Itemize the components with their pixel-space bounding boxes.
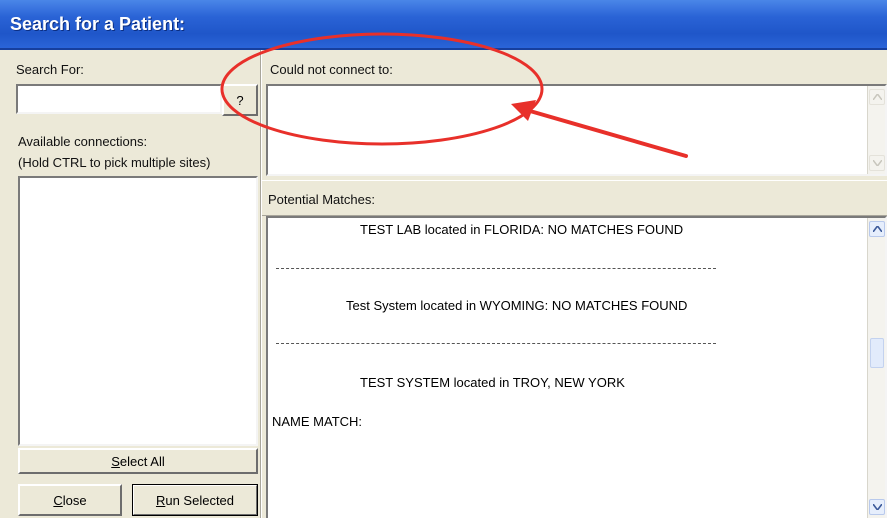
scroll-down-icon[interactable] [869,155,885,171]
available-connections-label: Available connections: [18,134,148,149]
result-line-3: Test System located in WYOMING: NO MATCH… [346,298,688,313]
potential-matches-scrollbar[interactable] [867,218,885,518]
potential-matches-box[interactable] [266,216,887,518]
connections-list[interactable] [18,176,258,446]
close-label: lose [62,492,87,508]
select-all-label: elect All [119,453,165,469]
close-mnemonic: C [53,492,63,508]
potential-matches-header: Potential Matches: [262,180,887,216]
window-title: Search for a Patient: [10,14,186,34]
result-line-6: NAME MATCH: [272,414,363,429]
scroll-down-icon[interactable] [869,499,885,515]
result-separator-2 [276,343,716,344]
search-input[interactable] [16,84,222,114]
run-selected-label: un Selected [165,492,235,508]
run-selected-mnemonic: R [155,492,166,508]
scroll-up-icon[interactable] [869,89,885,105]
select-all-mnemonic: S [111,453,120,469]
run-selected-button[interactable]: Run Selected [132,484,258,516]
could-not-connect-box[interactable] [266,84,887,176]
close-button[interactable]: Close [18,484,122,516]
search-for-label: Search For: [16,62,84,77]
result-line-5: TEST SYSTEM located in TROY, NEW YORK [360,375,625,390]
help-button-label: ? [236,92,244,108]
result-separator-1 [276,268,716,269]
title-bar: Search for a Patient: [0,0,887,50]
panel-splitter[interactable] [260,50,262,518]
scroll-thumb[interactable] [870,338,884,368]
potential-matches-label: Potential Matches: [268,192,375,207]
help-button[interactable]: ? [222,84,258,116]
could-not-connect-scrollbar[interactable] [867,86,885,174]
hold-ctrl-hint: (Hold CTRL to pick multiple sites) [18,155,211,170]
could-not-connect-label: Could not connect to: [270,62,393,77]
result-line-1: TEST LAB located in FLORIDA: NO MATCHES … [360,222,684,237]
select-all-button[interactable]: Select All [18,448,258,474]
scroll-up-icon[interactable] [869,221,885,237]
